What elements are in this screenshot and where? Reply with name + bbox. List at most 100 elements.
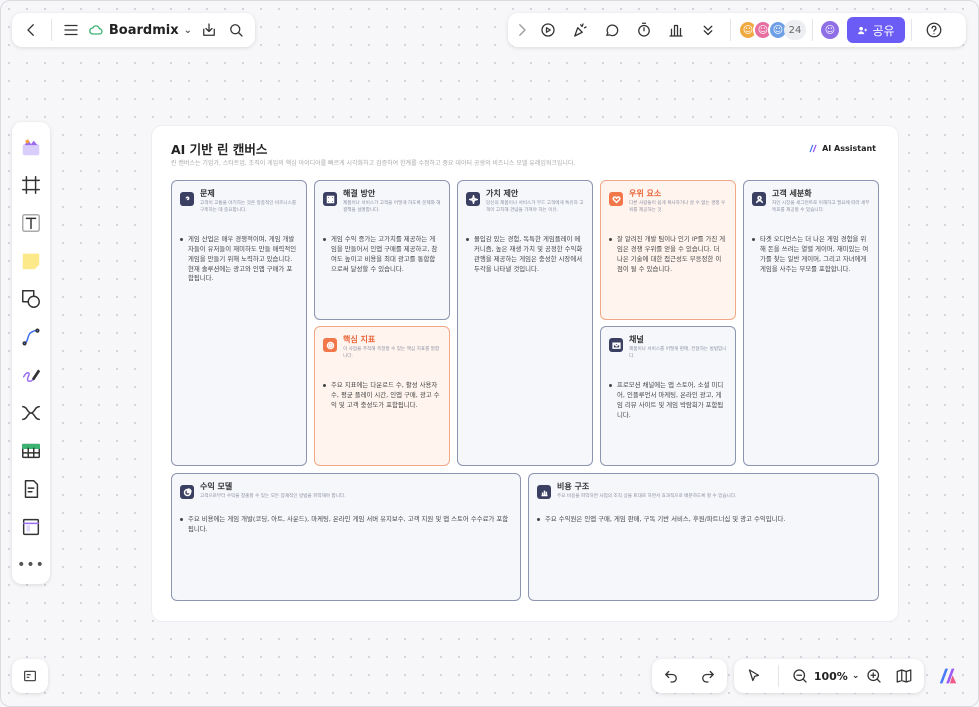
ai-logo-icon — [809, 144, 817, 153]
lean-canvas-board[interactable]: AI 기반 린 캔버스 린 캔버스는 기업가, 스타트업, 조직이 게임의 핵심… — [152, 126, 898, 621]
cloud-icon — [89, 25, 103, 35]
vote-icon[interactable] — [660, 14, 692, 46]
chevron-down-icon: ⌄ — [851, 671, 860, 681]
card-description: 자인 시장을 세그먼트로 이해하고 필요에 따라 세부 목표를 제공할 수 있습… — [772, 201, 870, 213]
collaborators[interactable]: ☺ ☺ ☺ 24 — [737, 20, 806, 40]
card-title: 채널 — [629, 335, 644, 344]
card-body: 주요 수익원은 인앱 구매, 게임 판매, 구독 기반 서비스, 후원/파트너십… — [537, 515, 870, 525]
zoom-level[interactable]: 100% ⌄ — [814, 670, 860, 683]
minimap-icon — [24, 670, 36, 682]
heart-icon — [609, 192, 623, 206]
question-icon — [180, 192, 194, 206]
document-icon[interactable] — [12, 470, 50, 508]
card-description: 다른 사람들이 쉽게 복사하거나 살 수 없는 경쟁 우위를 제공하는 것. — [629, 201, 726, 213]
app-name: Boardmix — [108, 22, 179, 38]
card-value-proposition[interactable]: 가치 제안 당신의 제품이나 서비스가 무드 고객에게 특유하 고객이 고치해 … — [457, 180, 593, 466]
share-button[interactable]: 공유 — [847, 17, 905, 43]
card-customer-segments[interactable]: 고객 세분화 자인 시장을 세그먼트로 이해하고 필요에 따라 세부 목표를 제… — [743, 180, 879, 466]
card-title: 문제 — [200, 189, 215, 198]
card-description: 제품이나 서비스가 고객을 어떻게 하도록 문제와 해결책을 설명합니다. — [343, 201, 441, 213]
play-icon[interactable] — [532, 14, 564, 46]
card-body: 잘 알려진 개발 팀이나 인기 IP를 가진 게임은 경쟁 우위를 얻을 수 있… — [609, 235, 727, 275]
zoom-out-icon[interactable] — [788, 660, 812, 692]
ai-assistant-label: AI Assistant — [822, 144, 876, 153]
sparkle-icon — [466, 192, 480, 206]
card-problem[interactable]: 문제 고객이 고통을 야기하는 것은 정종적인 비즈니스를 구축하는 데 중요합… — [171, 180, 307, 466]
comment-icon[interactable] — [596, 14, 628, 46]
search-icon[interactable] — [222, 14, 249, 46]
card-title: 고객 세분화 — [772, 189, 812, 198]
kanban-icon[interactable] — [12, 508, 50, 546]
card-cost-structure[interactable]: 비용 구조 주요 비용을 파악하면 사업의 조직 상을 토대로 하면서 효과적으… — [528, 473, 879, 601]
menu-icon[interactable] — [57, 14, 84, 46]
card-description: 당신의 제품이나 서비스가 무드 고객에게 특유하 고객이 고치해 관념을 가져… — [486, 201, 584, 213]
celebrate-icon[interactable] — [564, 14, 596, 46]
frame-icon[interactable] — [12, 166, 50, 204]
shape-icon[interactable] — [12, 280, 50, 318]
mindmap-icon[interactable] — [12, 394, 50, 432]
card-key-metrics[interactable]: 핵심 지표 이 사업을 추적해 측정할 수 있는 핵심 지표를 말합니다. 주요… — [314, 326, 450, 466]
card-description: 주요 비용을 파악하면 사업의 조직 상을 토대로 하면서 효과적으로 배분하도… — [557, 494, 737, 499]
top-right-toolbar: ☺ ☺ ☺ 24 ☺ 공유 — [508, 13, 966, 47]
card-body: 몰입감 있는 경험, 독특한 게임플레이 메커니즘, 높은 재생 가치 및 공정… — [466, 235, 584, 275]
share-label: 공유 — [872, 23, 895, 38]
divider — [812, 19, 813, 41]
zoom-controls: 100% ⌄ — [734, 659, 924, 693]
divider — [730, 19, 731, 41]
collaborator-count: 24 — [784, 20, 806, 40]
card-body: 게임 산업은 매우 경쟁적이며, 게임 개발자들이 유저들이 재미하도 만들 매… — [180, 235, 298, 285]
sticky-note-icon[interactable] — [12, 242, 50, 280]
map-icon[interactable] — [888, 660, 920, 692]
ai-logo-icon — [939, 668, 957, 684]
template-icon[interactable] — [12, 128, 50, 166]
connector-icon[interactable] — [12, 318, 50, 356]
zoom-in-icon[interactable] — [862, 660, 886, 692]
cursor-icon[interactable] — [738, 660, 770, 692]
pen-icon[interactable] — [12, 356, 50, 394]
bar-chart-icon — [537, 485, 551, 499]
minimap-toggle[interactable] — [12, 659, 48, 693]
card-description: 고객이 고통을 야기하는 것은 정종적인 비즈니스를 구축하는 데 중요합니다. — [200, 201, 297, 213]
undo-icon[interactable] — [655, 660, 687, 692]
target-icon — [323, 338, 337, 352]
divider — [778, 665, 780, 687]
card-description: 이 사업을 추적해 측정할 수 있는 핵심 지표를 말합니다. — [343, 347, 440, 359]
card-solution[interactable]: 해결 방안 제품이나 서비스가 고객을 어떻게 하도록 문제와 해결책을 설명합… — [314, 180, 450, 320]
card-body: 타겟 오디언스는 더 나은 게임 경험을 위해 돈을 쓰려는 열렬 게이머, 재… — [752, 235, 870, 275]
card-revenue-streams[interactable]: 수익 모델 고객으로부터 수익을 창출할 수 있는 모든 잠재적인 방법을 파악… — [171, 473, 521, 601]
card-title: 가치 제안 — [486, 189, 519, 198]
card-title: 수익 모델 — [200, 482, 233, 491]
back-icon[interactable] — [18, 14, 45, 46]
ai-assistant-button[interactable]: AI Assistant — [808, 143, 876, 154]
card-body: 게임 수익 증가는 고가치를 제공하는 게임을 만들어서 인앱 구매를 제공하고… — [323, 235, 441, 275]
ai-button[interactable] — [929, 659, 967, 693]
page-subtitle: 린 캔버스는 기업가, 스타트업, 조직이 게임의 핵심 아이디어를 빠르게 시… — [171, 160, 576, 167]
card-body: 주요 지표에는 다운로드 수, 활성 사용자 수, 평균 플레이 시간, 인앱 … — [323, 381, 441, 411]
chevron-down-icon: ⌄ — [183, 24, 192, 36]
history-controls — [652, 659, 727, 693]
card-body: 주요 비용에는 게임 개발(코딩, 아트, 사운드), 마케팅, 온라인 게임 … — [180, 515, 512, 535]
more-icon[interactable]: ••• — [12, 546, 50, 584]
more-chevrons-icon[interactable] — [692, 14, 724, 46]
divider — [50, 19, 52, 41]
zoom-value: 100% — [813, 669, 848, 683]
card-unfair-advantage[interactable]: 우위 요소 다른 사람들이 쉽게 복사하거나 살 수 없는 경쟁 우위를 제공하… — [600, 180, 736, 320]
mail-icon — [609, 338, 623, 352]
help-icon[interactable] — [918, 14, 950, 46]
brand-switcher[interactable]: Boardmix ⌄ — [84, 22, 196, 38]
card-description: 제품이나 서비스를 어떻게 판매, 전달하는 방법입니다. — [629, 347, 727, 359]
redo-icon[interactable] — [692, 660, 724, 692]
timer-icon[interactable] — [628, 14, 660, 46]
text-icon[interactable] — [12, 204, 50, 242]
chevron-right-icon[interactable] — [512, 14, 532, 46]
card-title: 우위 요소 — [629, 189, 662, 198]
grid-icon — [323, 192, 337, 206]
user-avatar[interactable]: ☺ — [819, 19, 841, 41]
card-channels[interactable]: 채널 제품이나 서비스를 어떻게 판매, 전달하는 방법입니다. 프로모션 채널… — [600, 326, 736, 466]
download-icon[interactable] — [196, 14, 223, 46]
card-body: 프로모션 채널에는 앱 스토어, 소셜 미디어, 인플루언서 마케팅, 온라인 … — [609, 381, 727, 421]
table-icon[interactable] — [12, 432, 50, 470]
card-title: 비용 구조 — [557, 482, 590, 491]
page-title: AI 기반 린 캔버스 — [171, 142, 268, 157]
card-title: 핵심 지표 — [343, 335, 376, 344]
